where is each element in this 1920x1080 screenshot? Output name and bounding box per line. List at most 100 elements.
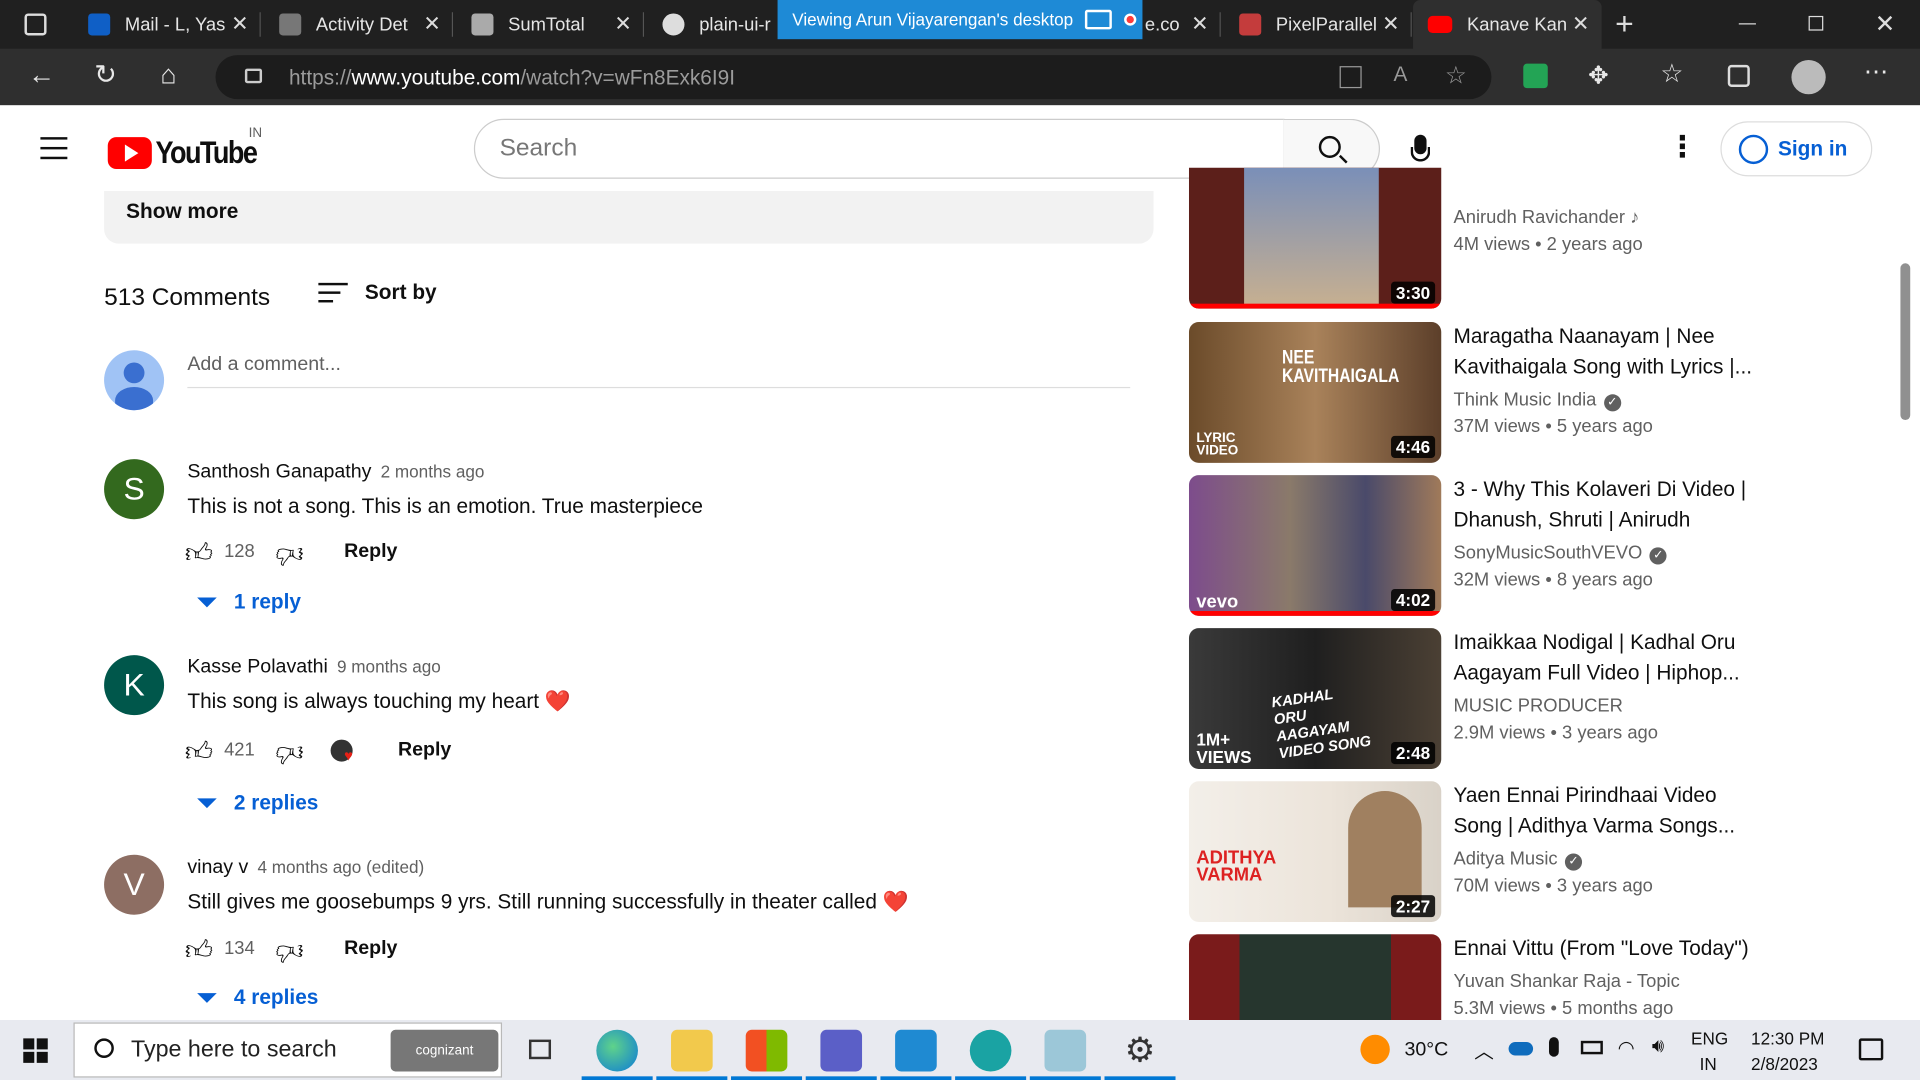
file-explorer-icon[interactable] xyxy=(671,1029,713,1072)
close-icon[interactable]: ✕ xyxy=(614,12,631,36)
video-title[interactable]: 3 - Why This Kolaveri Di Video | Dhanush… xyxy=(1453,474,1759,535)
app-q-icon[interactable] xyxy=(969,1029,1012,1072)
vscode-icon[interactable] xyxy=(895,1029,937,1072)
windows-start-icon[interactable] xyxy=(23,1038,48,1063)
video-thumbnail[interactable]: vevo 4:02 xyxy=(1188,475,1442,616)
collections-icon[interactable] xyxy=(1727,64,1750,87)
teams-icon[interactable] xyxy=(820,1029,863,1072)
dislike-icon[interactable]: 👍︎ xyxy=(276,539,304,572)
language-indicator[interactable]: ENG xyxy=(1691,1029,1728,1049)
read-aloud-icon[interactable]: A xyxy=(1393,62,1407,86)
close-icon[interactable]: ✕ xyxy=(231,12,248,36)
reply-button[interactable]: Reply xyxy=(398,740,451,762)
avatar[interactable]: K xyxy=(104,655,165,716)
tab-actions-icon[interactable] xyxy=(24,13,47,36)
video-title[interactable]: Maragatha Naanayam | Nee Kavithaigala So… xyxy=(1453,321,1759,382)
clock-time[interactable]: 12:30 PM xyxy=(1751,1029,1824,1049)
search-input[interactable]: Search xyxy=(473,118,1285,179)
description-box[interactable]: Show more xyxy=(104,191,1154,244)
tab-pixelparallel[interactable]: PixelParallel ✕ xyxy=(1222,0,1412,49)
url-text[interactable]: https://www.youtube.com/watch?v=wFn8Exk6… xyxy=(289,66,735,90)
cognizant-badge[interactable]: cognizant xyxy=(390,1029,499,1072)
favorite-add-icon[interactable]: ☆ xyxy=(1445,60,1467,91)
weather-sun-icon[interactable] xyxy=(1360,1034,1390,1065)
minimize-icon[interactable] xyxy=(1738,23,1756,25)
video-thumbnail[interactable] xyxy=(1188,934,1442,1021)
home-icon[interactable]: ⌂ xyxy=(160,59,176,91)
video-channel[interactable]: Aditya Music ✓ xyxy=(1453,849,1583,871)
reply-button[interactable]: Reply xyxy=(344,938,397,960)
screen-share-icon[interactable] xyxy=(1085,9,1113,30)
extensions-icon[interactable]: ✥ xyxy=(1588,60,1609,91)
reply-button[interactable]: Reply xyxy=(344,541,397,563)
clock-date[interactable]: 2/8/2023 xyxy=(1751,1054,1818,1074)
favorites-icon[interactable]: ☆ xyxy=(1660,59,1683,90)
video-channel[interactable]: MUSIC PRODUCER xyxy=(1453,696,1622,717)
microphone-icon[interactable] xyxy=(1548,1037,1559,1057)
comment-time[interactable]: 4 months ago (edited) xyxy=(257,857,424,877)
view-replies-button[interactable]: 2 replies xyxy=(197,791,318,815)
avatar[interactable]: V xyxy=(104,854,165,915)
onedrive-icon[interactable] xyxy=(1508,1042,1534,1056)
comment-time[interactable]: 2 months ago xyxy=(381,462,485,482)
address-bar[interactable]: https://www.youtube.com/watch?v=wFn8Exk6… xyxy=(215,55,1492,100)
sort-by-button[interactable]: Sort by xyxy=(318,280,437,304)
taskbar-search-input[interactable]: Type here to search cognizant xyxy=(73,1022,503,1078)
extension-green-icon[interactable] xyxy=(1523,63,1548,89)
close-icon[interactable]: ✕ xyxy=(1572,12,1589,36)
tab-activity[interactable]: Activity Det ✕ xyxy=(262,0,454,49)
new-tab-icon[interactable]: + xyxy=(1615,5,1634,43)
close-icon[interactable]: ✕ xyxy=(423,12,440,36)
restore-icon[interactable] xyxy=(1808,15,1824,31)
video-thumbnail[interactable]: ADITHYA VARMA 2:27 xyxy=(1188,781,1442,923)
tab-youtube-active[interactable]: Kanave Kan ✕ xyxy=(1413,0,1602,49)
task-view-icon[interactable] xyxy=(528,1039,552,1060)
show-hidden-icons[interactable]: ︿ xyxy=(1474,1035,1494,1064)
sign-in-button[interactable]: Sign in xyxy=(1720,121,1873,177)
profile-icon[interactable] xyxy=(1791,60,1826,95)
view-replies-button[interactable]: 4 replies xyxy=(197,986,318,1010)
app-notes-icon[interactable] xyxy=(1044,1029,1087,1072)
app-available-icon[interactable] xyxy=(1339,66,1362,89)
comment-author[interactable]: vinay v xyxy=(187,857,248,878)
dislike-icon[interactable]: 👍︎ xyxy=(276,936,304,969)
notification-icon[interactable] xyxy=(1858,1038,1884,1061)
tab-sumtotal[interactable]: SumTotal ✕ xyxy=(454,0,645,49)
wifi-icon[interactable]: ◠ xyxy=(1618,1036,1635,1060)
like-icon[interactable]: 👍︎ xyxy=(185,933,213,966)
add-comment-input[interactable]: Add a comment... xyxy=(187,354,1131,389)
comment-time[interactable]: 9 months ago xyxy=(337,656,441,676)
show-more-button[interactable]: Show more xyxy=(126,200,238,224)
like-icon[interactable]: 👍︎ xyxy=(185,536,213,569)
scrollbar-thumb[interactable] xyxy=(1900,263,1911,421)
volume-icon[interactable]: 🔊︎ xyxy=(1652,1036,1664,1058)
dislike-icon[interactable]: 👍︎ xyxy=(276,737,304,770)
weather-temp[interactable]: 30°C xyxy=(1405,1040,1449,1062)
tab-partial[interactable]: e.co ✕ xyxy=(1142,0,1221,49)
close-icon[interactable]: ✕ xyxy=(1191,12,1208,36)
comment-author[interactable]: Santhosh Ganapathy xyxy=(187,462,371,483)
video-title[interactable]: Imaikkaa Nodigal | Kadhal Oru Aagayam Fu… xyxy=(1453,627,1759,688)
gear-icon[interactable]: ⚙ xyxy=(1119,1030,1161,1072)
video-channel[interactable]: Anirudh Ravichander ♪ xyxy=(1453,207,1639,228)
settings-more-icon[interactable]: ⋮ xyxy=(1668,130,1697,166)
store-icon[interactable] xyxy=(745,1029,788,1072)
video-channel[interactable]: SonyMusicSouthVEVO ✓ xyxy=(1453,542,1667,565)
edge-icon[interactable] xyxy=(596,1029,638,1072)
view-replies-button[interactable]: 1 reply xyxy=(197,590,301,614)
like-icon[interactable]: 👍︎ xyxy=(185,735,213,768)
video-title[interactable]: Yaen Ennai Pirindhaai Video Song | Adith… xyxy=(1453,780,1759,841)
tab-mail[interactable]: Mail - L, Yas ✕ xyxy=(71,0,261,49)
video-channel[interactable]: Yuvan Shankar Raja - Topic xyxy=(1453,971,1679,992)
video-title[interactable]: Ennai Vittu (From "Love Today") xyxy=(1453,933,1759,964)
video-thumbnail[interactable]: 3:30 xyxy=(1188,167,1442,309)
battery-icon[interactable] xyxy=(1580,1040,1603,1055)
more-menu-icon[interactable]: ⋯ xyxy=(1864,56,1888,87)
avatar[interactable]: S xyxy=(104,459,165,520)
video-channel[interactable]: Think Music India ✓ xyxy=(1453,389,1621,412)
close-icon[interactable]: ✕ xyxy=(1382,12,1399,36)
video-thumbnail[interactable]: NEE KAVITHAIGALA LYRIC VIDEO 4:46 xyxy=(1188,322,1442,463)
close-window-icon[interactable]: ✕ xyxy=(1875,9,1896,40)
tab-github[interactable]: plain-ui-r xyxy=(645,0,777,49)
refresh-icon[interactable]: ↻ xyxy=(94,59,117,91)
